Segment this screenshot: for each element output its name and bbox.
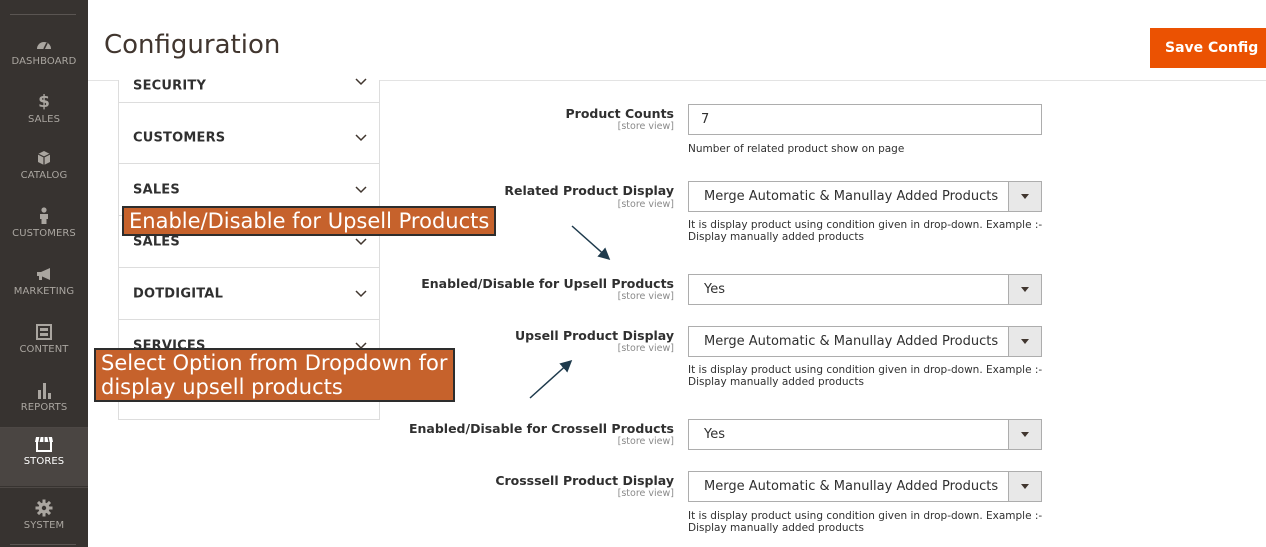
tab-dotdigital[interactable]: DOTDIGITAL — [119, 268, 379, 320]
tab-label: CUSTOMERS — [133, 130, 226, 145]
callout-arrow — [571, 225, 611, 260]
nav-item-content[interactable]: CONTENT — [0, 316, 88, 374]
upsell-enabled-select[interactable]: Yes — [688, 274, 1042, 305]
product-counts-note: Number of related product show on page — [688, 143, 905, 155]
tab-security[interactable]: SECURITY — [119, 62, 379, 103]
callout-line: Select Option from Dropdown for — [101, 351, 448, 375]
tab-label: SALES — [133, 182, 180, 197]
chevron-down-icon — [355, 78, 367, 86]
gear-icon — [0, 498, 88, 518]
sidebar-divider — [0, 487, 88, 488]
nav-item-sales[interactable]: $ SALES — [0, 86, 88, 144]
nav-item-reports[interactable]: REPORTS — [0, 374, 88, 432]
nav-label: REPORTS — [20, 402, 68, 413]
chevron-down-icon — [355, 237, 367, 245]
chevron-down-icon — [355, 133, 367, 141]
callout-line: display upsell products — [101, 375, 343, 399]
chevron-down-icon — [355, 289, 367, 297]
select-value: Merge Automatic & Manullay Added Product… — [704, 189, 999, 204]
nav-item-customers[interactable]: CUSTOMERS — [0, 200, 88, 258]
save-config-button[interactable]: Save Config — [1150, 28, 1266, 68]
tab-label: DOTDIGITAL — [133, 286, 224, 301]
crossell-enabled-select[interactable]: Yes — [688, 419, 1042, 450]
nav-label: SALES — [27, 114, 61, 125]
select-value: Yes — [704, 282, 725, 297]
cube-icon — [0, 148, 88, 168]
tab-label: SALES — [133, 234, 180, 249]
upsell-display-label: Upsell Product Display — [515, 328, 674, 343]
chevron-down-icon — [355, 185, 367, 193]
nav-item-system[interactable]: SYSTEM — [0, 492, 88, 547]
scope-label: [store view] — [617, 488, 674, 499]
dashboard-gauge-icon — [0, 34, 88, 54]
upsell-display-select[interactable]: Merge Automatic & Manullay Added Product… — [688, 326, 1042, 357]
dropdown-arrow-icon — [1008, 327, 1041, 356]
dropdown-arrow-icon — [1008, 182, 1041, 211]
scope-label: [store view] — [617, 121, 674, 132]
bar-chart-icon — [0, 380, 88, 400]
tab-label: SECURITY — [133, 78, 207, 94]
storefront-icon — [0, 434, 88, 454]
nav-label: SYSTEM — [23, 520, 65, 531]
product-counts-label: Product Counts — [565, 106, 674, 121]
dollar-icon: $ — [38, 92, 50, 112]
scope-label: [store view] — [617, 199, 674, 210]
related-display-select[interactable]: Merge Automatic & Manullay Added Product… — [688, 181, 1042, 212]
tab-customers[interactable]: CUSTOMERS — [119, 112, 379, 164]
nav-label: DASHBOARD — [11, 56, 77, 67]
nav-item-catalog[interactable]: CATALOG — [0, 142, 88, 200]
nav-item-marketing[interactable]: MARKETING — [0, 258, 88, 316]
admin-sidebar: DASHBOARD $ SALES CATALOG CUSTOMERS MARK… — [0, 0, 88, 547]
nav-label: STORES — [23, 456, 65, 467]
nav-label: CONTENT — [19, 344, 69, 355]
callout-upsell-toggle: Enable/Disable for Upsell Products — [122, 206, 497, 236]
crossell-display-note: It is display product using condition gi… — [688, 510, 1043, 534]
layout-icon — [0, 322, 88, 342]
product-counts-input[interactable]: 7 — [688, 104, 1042, 135]
scope-label: [store view] — [617, 436, 674, 447]
scope-label: [store view] — [617, 343, 674, 354]
related-display-note: It is display product using condition gi… — [688, 219, 1043, 243]
upsell-enabled-label: Enabled/Disable for Upsell Products — [421, 276, 674, 291]
nav-label: CATALOG — [20, 170, 68, 181]
dropdown-arrow-icon — [1008, 275, 1041, 304]
dropdown-arrow-icon — [1008, 420, 1041, 449]
page-title: Configuration — [104, 30, 281, 60]
related-display-label: Related Product Display — [504, 183, 674, 198]
upsell-display-note: It is display product using condition gi… — [688, 364, 1043, 388]
nav-item-stores[interactable]: STORES — [0, 428, 88, 486]
crossell-display-label: Crosssell Product Display — [495, 473, 674, 488]
person-icon — [0, 206, 88, 226]
nav-item-dashboard[interactable]: DASHBOARD — [0, 28, 88, 86]
select-value: Yes — [704, 427, 725, 442]
crossell-display-select[interactable]: Merge Automatic & Manullay Added Product… — [688, 471, 1042, 502]
callout-arrow — [529, 359, 573, 399]
select-value: Merge Automatic & Manullay Added Product… — [704, 479, 999, 494]
sidebar-divider — [10, 544, 76, 545]
select-value: Merge Automatic & Manullay Added Product… — [704, 334, 999, 349]
nav-label: CUSTOMERS — [12, 228, 76, 239]
callout-upsell-dropdown: Select Option from Dropdown for display … — [94, 348, 455, 402]
crossell-enabled-label: Enabled/Disable for Crossell Products — [408, 421, 674, 436]
nav-label: MARKETING — [13, 286, 75, 297]
sidebar-divider — [10, 14, 76, 15]
megaphone-icon — [0, 264, 88, 284]
scope-label: [store view] — [617, 291, 674, 302]
dropdown-arrow-icon — [1008, 472, 1041, 501]
